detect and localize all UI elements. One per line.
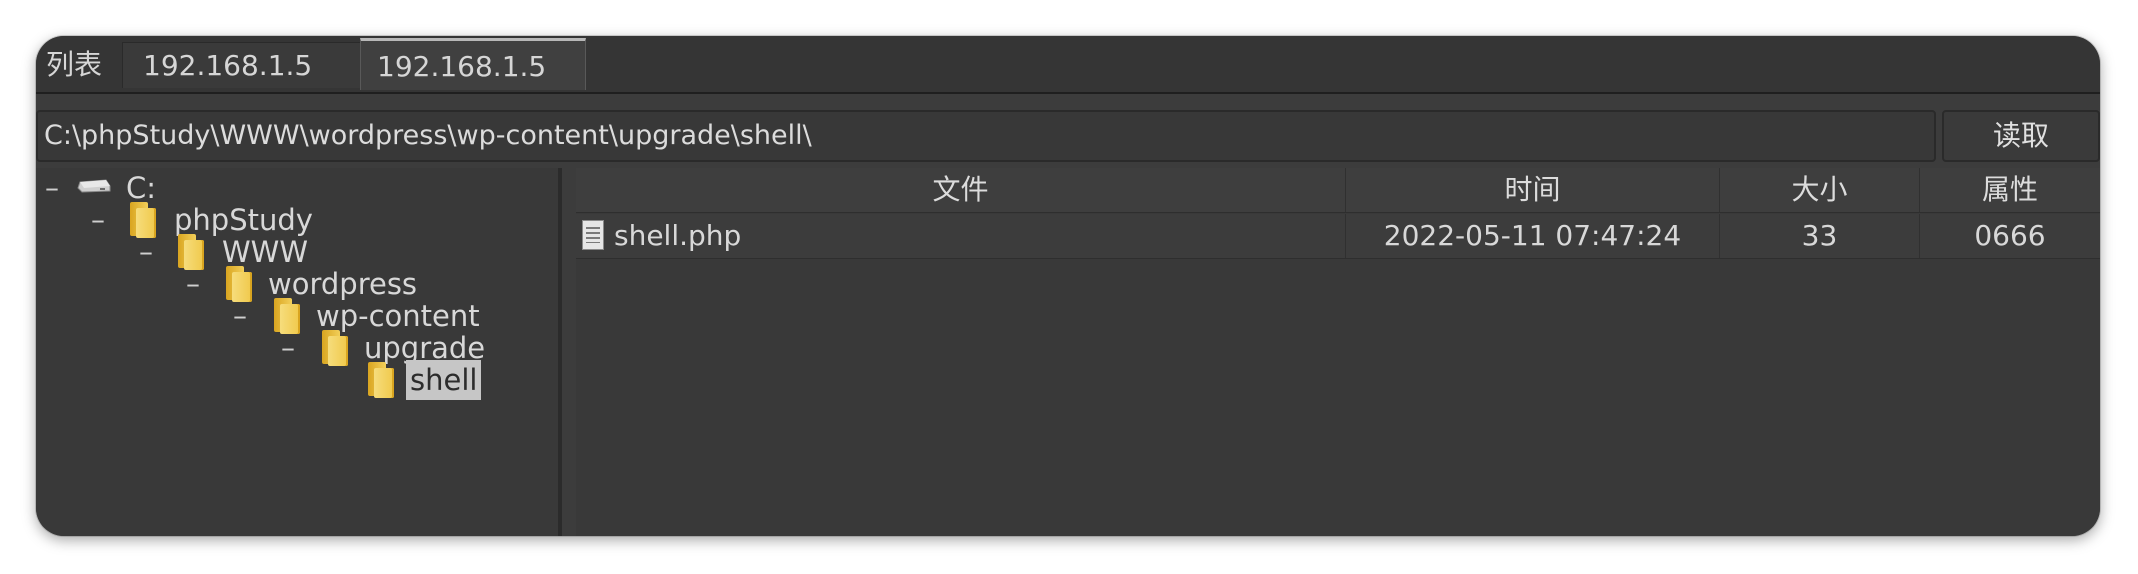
tab-bar: 列表 192.168.1.5 192.168.1.5 — [36, 36, 2100, 94]
collapse-toggle[interactable]: – — [230, 296, 250, 336]
file-list-header: 文件 时间 大小 属性 — [576, 168, 2100, 213]
file-icon — [582, 220, 604, 250]
file-time: 2022-05-11 07:47:24 — [1346, 214, 1720, 258]
file-name: shell.php — [614, 219, 742, 252]
directory-tree: – C: – phpStudy – WWW – wordpress – wp-c… — [36, 168, 562, 536]
collapse-toggle[interactable]: – — [278, 328, 298, 368]
column-header-time[interactable]: 时间 — [1346, 168, 1720, 212]
file-size: 33 — [1720, 214, 1920, 258]
tab-list[interactable]: 列表 — [36, 42, 118, 88]
collapse-toggle[interactable]: – — [136, 232, 156, 272]
collapse-toggle[interactable]: – — [183, 264, 203, 304]
column-header-file[interactable]: 文件 — [576, 168, 1346, 212]
collapse-toggle[interactable]: – — [88, 200, 108, 240]
tree-label-selected: shell — [406, 360, 482, 400]
column-header-attr[interactable]: 属性 — [1920, 168, 2100, 212]
file-manager-window: 列表 192.168.1.5 192.168.1.5 读取 – C: – php… — [36, 36, 2100, 536]
file-name-cell: shell.php — [576, 214, 1346, 258]
tab-host-1[interactable]: 192.168.1.5 — [122, 42, 384, 88]
path-bar — [36, 110, 1936, 162]
folder-icon — [320, 330, 350, 366]
folder-icon — [366, 362, 396, 398]
collapse-toggle[interactable]: – — [42, 168, 62, 208]
path-input[interactable] — [44, 112, 1924, 160]
drive-icon — [77, 179, 111, 193]
file-list: 文件 时间 大小 属性 shell.php 2022-05-11 07:47:2… — [576, 168, 2100, 536]
tab-host-2-active[interactable]: 192.168.1.5 — [360, 38, 586, 90]
column-header-size[interactable]: 大小 — [1720, 168, 1920, 212]
file-attr: 0666 — [1974, 219, 2046, 252]
read-button[interactable]: 读取 — [1942, 110, 2100, 162]
table-row[interactable]: shell.php 2022-05-11 07:47:24 33 0666 — [576, 214, 2100, 259]
